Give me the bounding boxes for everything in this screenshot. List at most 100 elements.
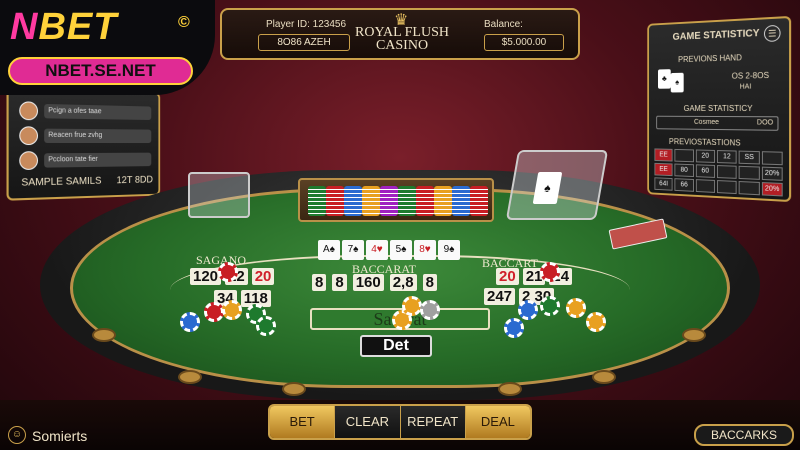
chip-rail-slot (282, 382, 306, 396)
stats-subtitle: GAME STATISTICY (683, 103, 753, 114)
casino-title: ROYAL FLUSH CASINO (355, 25, 449, 53)
username-label: Somierts (32, 428, 88, 444)
road-map-cell (674, 148, 694, 163)
dealer-card: 5♠ (390, 240, 412, 260)
chat-panel: Pcign a ofes taae Reacen frue zvhg Pcclo… (6, 87, 161, 201)
chip-stack (362, 186, 380, 216)
card-icon: ♣ (658, 69, 671, 89)
chat-message: Reacen frue zvhg (19, 125, 152, 146)
logo-wordmark: NBET (10, 6, 118, 48)
menu-icon[interactable]: ☰ (763, 24, 781, 43)
bet-button[interactable]: BET (270, 406, 336, 438)
chat-footer-value: 12T 8DD (116, 174, 153, 187)
bet-number[interactable]: 20 (496, 268, 519, 285)
dealer-card: 4♥ (366, 240, 388, 260)
chip[interactable] (180, 312, 200, 332)
road-map-cell (738, 181, 760, 196)
bet-display[interactable]: Det (360, 335, 432, 357)
chip-tray (298, 178, 494, 222)
bet-number[interactable]: 20 (251, 268, 275, 285)
previous-hand-score: OS 2-8OS (731, 70, 770, 81)
dealer-card: 8♥ (414, 240, 436, 260)
chip[interactable] (420, 300, 440, 320)
road-map-cell: SS (738, 150, 760, 165)
chip-stack (434, 186, 452, 216)
chip-rail-slot (92, 328, 116, 342)
chip-stack (308, 186, 326, 216)
chip[interactable] (222, 300, 242, 320)
bet-number[interactable]: 8 (332, 274, 347, 291)
bet-area-center[interactable]: 8 8 160 2,8 8 (312, 274, 437, 291)
chat-footer-label: SAMPLE SAMILS (21, 175, 102, 189)
bet-number[interactable]: 120 (190, 268, 222, 285)
chat-message-text: Pccloon tate fier (44, 152, 152, 168)
card-icon: ♠ (532, 172, 563, 204)
brand-logo: NBET © NBET.SE.NET (0, 0, 215, 95)
card-icon: ♠ (670, 72, 684, 93)
road-map-cell (695, 179, 716, 193)
bet-number[interactable]: 8 (312, 274, 327, 291)
bet-area-right[interactable]: 20 21 24 (496, 268, 573, 285)
chip-stack (470, 186, 488, 216)
chip-stack (398, 186, 416, 216)
deal-button[interactable]: DEAL (465, 406, 530, 438)
avatar (19, 101, 39, 121)
top-info-bar: Player ID: 123456 8O86 AZEH ♛ ROYAL FLUS… (220, 8, 580, 60)
chat-message-text: Pcign a ofes taae (44, 103, 152, 121)
chip[interactable] (204, 302, 224, 322)
previous-stations-label: PREVIOSTASTIONS (668, 137, 741, 148)
dealer-card-row: A♠ 7♠ 4♥ 5♠ 8♥ 9♠ (318, 240, 460, 260)
road-map-grid: EE 20 12 SS EE 80 60 20% 64I 66 20% (654, 148, 783, 197)
road-map-cell: EE (654, 162, 673, 177)
clear-button[interactable]: CLEAR (335, 406, 401, 438)
balance-label: Balance: (484, 19, 523, 30)
chip[interactable] (540, 262, 560, 282)
chip[interactable] (518, 300, 538, 320)
road-map-cell (716, 165, 737, 179)
stats-filter-value: DOO (756, 119, 774, 127)
dealer-card: 9♠ (438, 240, 460, 260)
road-map-cell (738, 165, 760, 180)
game-statistics-panel: GAME STATISTICY ☰ PREVIONS HAND ♣ ♠ OS 2… (647, 15, 792, 203)
chip[interactable] (256, 316, 276, 336)
road-map-cell: 60 (695, 164, 716, 178)
avatar (19, 126, 39, 146)
chip-rail-slot (498, 382, 522, 396)
discard-tray (188, 172, 250, 218)
road-map-cell: 66 (674, 178, 694, 192)
logo-trademark: © (178, 14, 190, 31)
repeat-button[interactable]: REPEAT (400, 406, 466, 438)
road-map-cell (761, 151, 783, 166)
chat-message: Pccloon tate fier (19, 150, 152, 171)
balance-value: $5.000.00 (484, 34, 564, 51)
dealer-card: A♠ (318, 240, 340, 260)
player-id-value: 8O86 AZEH (258, 34, 350, 51)
chip[interactable] (540, 296, 560, 316)
chip[interactable] (586, 312, 606, 332)
card-shoe: ♠ (505, 150, 609, 220)
previous-hand-cards: ♣ ♠ (658, 69, 691, 93)
chip[interactable] (504, 318, 524, 338)
chip-rail-slot (592, 370, 616, 384)
bet-number[interactable]: 8 (422, 274, 437, 291)
chip-stack (452, 186, 470, 216)
bet-number[interactable]: 160 (352, 274, 384, 291)
chip-stack (344, 186, 362, 216)
road-map-cell: 20% (761, 166, 783, 181)
action-button-group: BET CLEAR REPEAT DEAL (268, 404, 532, 440)
chip[interactable] (218, 262, 238, 282)
dealer-card: 7♠ (342, 240, 364, 260)
road-map-cell: EE (654, 148, 673, 162)
bet-number[interactable]: 247 (484, 288, 516, 305)
chip[interactable] (402, 296, 422, 316)
chip-stack (326, 186, 344, 216)
bet-number[interactable]: 2,8 (389, 274, 417, 291)
road-map-cell (716, 180, 737, 195)
chat-message: Pcign a ofes taae (19, 100, 152, 123)
chip[interactable] (566, 298, 586, 318)
road-map-cell: 20 (695, 149, 716, 163)
road-map-cell: 64I (654, 177, 673, 191)
game-select-button[interactable]: BACCARKS (694, 424, 794, 446)
stats-filter-select[interactable]: Cosmee DOO (656, 115, 779, 131)
user-icon[interactable]: ☺ (8, 426, 26, 444)
